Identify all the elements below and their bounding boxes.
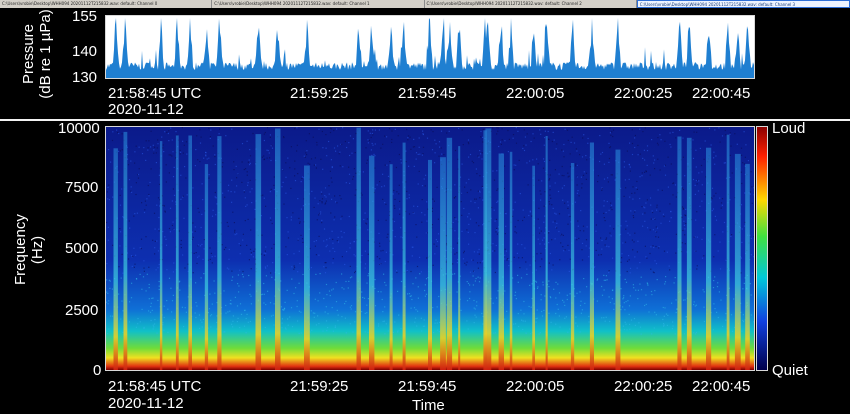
spectrogram-ytick-0: 0: [93, 362, 102, 379]
tab-channel-2[interactable]: C:\Users\vrobie\Desktop\WHH094 20201112T…: [425, 0, 637, 8]
tab-strip: C:\Users\vrobie\Desktop\WHH094 20201112T…: [0, 0, 850, 8]
waveform-ylabel-line2: (dB re 1 µPa): [37, 9, 54, 99]
waveform-xtick-0: 21:58:45 UTC: [108, 85, 202, 102]
spectrogram-xtick-1: 21:59:25: [290, 378, 349, 395]
spectrogram-ylabel: Frequency (Hz): [12, 214, 48, 285]
spectrogram-event-15: [440, 157, 446, 370]
spectrogram-event-14: [428, 159, 432, 370]
spectrogram-event-11: [369, 155, 375, 370]
spectrogram-image: [106, 127, 754, 370]
waveform-ytick-155: 155: [72, 8, 98, 25]
waveform-ylabel: Pressure (dB re 1 µPa): [20, 4, 56, 104]
spectrogram-event-30: [726, 134, 730, 370]
colorbar-loud-label: Loud: [772, 120, 806, 137]
colorbar-quiet-label: Quiet: [772, 362, 808, 379]
waveform-area: [106, 18, 754, 78]
spectrogram-ytick-5000: 5000: [65, 240, 99, 257]
waveform-xtick-3: 22:00:05: [506, 85, 565, 102]
spectrogram-event-23: [545, 136, 548, 370]
spectrogram-event-3: [175, 135, 179, 370]
spectrogram-event-20: [498, 153, 504, 370]
spectrogram-event-10: [356, 127, 361, 370]
spectrogram-event-0: [113, 148, 118, 370]
spectrogram-event-31: [734, 153, 741, 370]
colorbar-fill: [757, 127, 767, 370]
spectrogram-event-26: [615, 149, 621, 370]
spectrogram-event-4: [188, 135, 192, 370]
spectrogram-ytick-7500: 7500: [65, 179, 99, 196]
spectrogram-xlabel: Time: [412, 397, 445, 414]
spectrogram-xtick-5: 22:00:45: [692, 378, 751, 395]
spectrogram-xtick-4: 22:00:25: [614, 378, 673, 395]
waveform-ytick-140: 140: [72, 43, 98, 60]
spectrogram-event-32: [745, 163, 750, 370]
waveform-xtick-4: 22:00:25: [614, 85, 673, 102]
spectrogram-event-17: [458, 146, 461, 370]
spectrogram-xtick-2: 21:59:45: [398, 378, 457, 395]
spectrogram-event-2: [159, 141, 163, 370]
waveform-xtick-5: 22:00:45: [692, 85, 751, 102]
spectrogram-event-22: [532, 165, 535, 370]
panel-separator: [0, 119, 850, 121]
spectrogram-event-19: [485, 128, 492, 370]
spectrogram-ytick-2500: 2500: [65, 302, 99, 319]
spectrogram-event-13: [402, 142, 406, 370]
waveform-ytick-130: 130: [72, 69, 98, 86]
spectrogram-event-5: [204, 164, 209, 370]
waveform-date: 2020-11-12: [108, 101, 184, 118]
spectrogram-xtick-3: 22:00:05: [506, 378, 565, 395]
waveform-plot[interactable]: [105, 15, 755, 79]
spectrogram-event-25: [589, 142, 594, 370]
spectrogram-event-21: [509, 151, 513, 370]
spectrogram-plot[interactable]: [105, 126, 755, 371]
spectrogram-event-9: [304, 165, 310, 370]
spectrogram-event-27: [677, 136, 682, 370]
spectrogram-event-7: [255, 134, 262, 370]
spectrogram-ytick-10000: 10000: [58, 120, 100, 137]
spectrogram-xtick-0: 21:58:45 UTC: [108, 378, 202, 395]
waveform-trace: [106, 18, 754, 78]
waveform-xtick-2: 21:59:45: [398, 85, 457, 102]
colorbar: [756, 126, 768, 371]
waveform-xtick-1: 21:59:25: [290, 85, 349, 102]
spectrogram-ylabel-line2: (Hz): [29, 235, 46, 265]
spectrogram-event-24: [570, 163, 575, 370]
waveform-ylabel-line1: Pressure: [20, 23, 37, 85]
tab-channel-3[interactable]: C:\Users\vrobie\Desktop\WHH094 20201112T…: [636, 0, 850, 8]
spectrogram-event-29: [706, 147, 712, 370]
spectrogram-event-16: [446, 137, 453, 370]
spectrogram-event-8: [275, 128, 281, 370]
spectrogram-event-6: [217, 136, 222, 370]
spectrogram-event-1: [123, 131, 128, 370]
spectrogram-event-28: [686, 137, 692, 370]
colorbar-gradient: [757, 127, 767, 370]
tab-channel-1[interactable]: C:\Users\vrobie\Desktop\WHH094 20201112T…: [212, 0, 425, 8]
spectrogram-ylabel-line1: Frequency: [12, 214, 29, 285]
spectrogram-event-12: [389, 164, 393, 370]
spectrogram-date: 2020-11-12: [108, 395, 184, 412]
